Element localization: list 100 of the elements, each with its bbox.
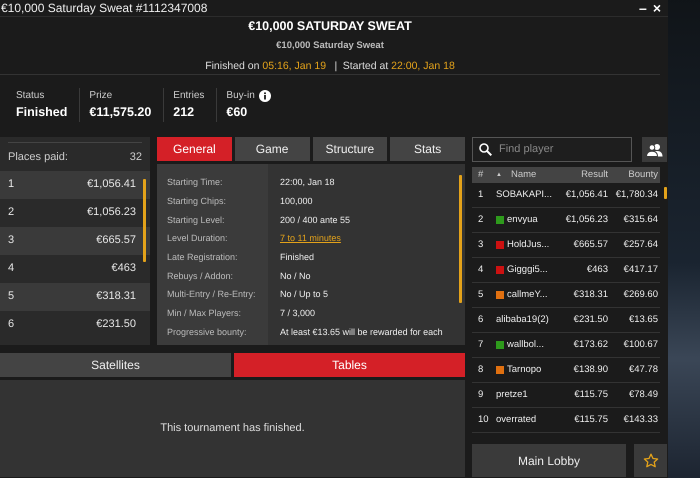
field-label: Starting Time: <box>166 176 224 190</box>
tab[interactable]: Stats <box>390 137 465 161</box>
field-label: Min / Max Players: <box>166 307 242 320</box>
search-field[interactable]: Find player <box>472 137 632 162</box>
player-result: €1,056.23 <box>566 214 608 225</box>
column-header: Result <box>581 168 608 180</box>
prize-place: 1 <box>8 177 14 192</box>
prize-place: 5 <box>8 289 14 304</box>
tournament-title: €10,000 SATURDAY SWEAT <box>247 18 413 34</box>
player-name[interactable]: HoldJus... <box>507 238 550 252</box>
player-result: €115.75 <box>574 414 608 425</box>
field-label: Progressive bounty: <box>166 326 248 339</box>
field-value: 100,000 <box>280 195 313 208</box>
stat-label: Entries <box>173 89 204 103</box>
player-result: €665.57 <box>574 238 608 250</box>
player-bounty: €269.60 <box>624 288 658 300</box>
prize-place: 6 <box>8 317 14 332</box>
column-header: # <box>478 168 484 180</box>
player-rank: 8 <box>478 364 484 375</box>
player-name[interactable]: wallbol... <box>507 338 544 352</box>
stat-label: Prize <box>89 89 112 103</box>
player-rank: 3 <box>478 238 484 250</box>
minimize-button[interactable]: – <box>636 1 650 15</box>
favorite-button[interactable] <box>634 444 667 477</box>
prize-amount: €231.50 <box>96 317 136 332</box>
player-name[interactable]: envyua <box>507 212 538 228</box>
finished-label: Finished on <box>205 60 260 72</box>
main-lobby-button[interactable]: Main Lobby <box>472 444 626 477</box>
field-label: Level Duration: <box>166 232 229 246</box>
player-rank: 4 <box>478 264 484 275</box>
window-title: €10,000 Saturday Sweat #1112347008 <box>1 0 208 17</box>
close-button[interactable]: × <box>650 1 664 15</box>
prize-amount: €1,056.41 <box>87 177 136 192</box>
player-bounty: €257.64 <box>624 238 658 250</box>
prize-amount: €318.31 <box>96 289 136 304</box>
field-label: Late Registration: <box>166 251 239 264</box>
column-header: Bounty <box>628 168 658 180</box>
player-result: €115.75 <box>574 388 608 400</box>
field-value: 22:00, Jan 18 <box>280 176 335 188</box>
users-icon <box>646 142 663 156</box>
player-rank: 5 <box>478 288 484 300</box>
prize-amount: €463 <box>112 261 136 276</box>
field-value: 200 / 400 ante 55 <box>280 214 350 226</box>
player-name[interactable]: callmeY... <box>507 288 548 302</box>
field-label: Multi-Entry / Re-Entry: <box>166 288 257 302</box>
player-result: €231.50 <box>574 314 608 325</box>
field-label: Starting Chips: <box>166 195 228 208</box>
scrollbar-thumb[interactable] <box>664 187 667 199</box>
stat-value: Finished <box>16 104 68 121</box>
player-bounty: €13.65 <box>628 314 658 325</box>
player-result: €463 <box>586 264 608 275</box>
prize-place: 4 <box>8 261 14 276</box>
field-value: No / No <box>280 270 311 282</box>
stat-value: 212 <box>173 104 196 121</box>
player-name[interactable]: Gigggi5... <box>507 262 548 278</box>
players-button[interactable] <box>642 137 667 162</box>
player-name[interactable]: Tarnopo <box>507 362 542 378</box>
info-icon[interactable] <box>258 90 271 102</box>
prize-amount: €665.57 <box>96 233 136 248</box>
player-bounty: €100.67 <box>624 338 658 350</box>
field-value: 7 / 3,000 <box>280 307 316 320</box>
player-bounty: €47.78 <box>628 364 658 375</box>
finished-time: 05:16, Jan 19 <box>262 60 326 72</box>
player-rank: 7 <box>478 338 484 350</box>
stat-value: €11,575.20 <box>89 104 152 121</box>
started-time: 22:00, Jan 18 <box>391 60 455 72</box>
scrollbar-thumb[interactable] <box>143 179 146 262</box>
stat-label: Buy-in <box>226 89 255 103</box>
stat-label: Status <box>16 89 44 103</box>
places-paid-count: 32 <box>130 150 142 165</box>
player-rank: 1 <box>478 188 484 200</box>
player-bounty: €78.49 <box>628 388 658 400</box>
column-header: Name <box>510 168 536 182</box>
player-result: €1,056.41 <box>566 188 608 200</box>
tab[interactable]: General <box>157 137 232 161</box>
scrollbar-thumb[interactable] <box>459 175 462 303</box>
player-bounty: €417.17 <box>624 264 658 275</box>
star-icon <box>642 452 658 468</box>
field-label: Starting Level: <box>166 214 226 227</box>
player-name[interactable]: pretze1 <box>496 388 528 402</box>
tab[interactable]: Structure <box>312 137 388 161</box>
field-label: Rebuys / Addon: <box>166 270 234 283</box>
player-name[interactable]: SOBAKAPI... <box>496 188 552 202</box>
player-name[interactable]: alibaba19(2) <box>496 312 549 328</box>
stat-value: €60 <box>226 104 248 121</box>
player-result: €318.31 <box>574 288 608 300</box>
prize-place: 3 <box>8 233 14 248</box>
search-icon <box>479 143 492 156</box>
tab[interactable]: Tables <box>234 353 465 377</box>
field-value: At least €13.65 will be rewarded for each <box>280 326 443 338</box>
finished-message: This tournament has finished. <box>160 421 305 436</box>
duration-link[interactable]: 7 to 11 minutes <box>280 232 341 244</box>
separator: | <box>334 60 338 72</box>
started-label: Started at <box>342 60 388 72</box>
player-bounty: €315.64 <box>624 214 658 225</box>
tab[interactable]: Satellites <box>0 353 231 377</box>
player-name[interactable]: overrated <box>496 412 536 428</box>
tab[interactable]: Game <box>234 137 310 161</box>
player-rank: 9 <box>478 388 484 400</box>
player-result: €173.62 <box>574 338 608 350</box>
